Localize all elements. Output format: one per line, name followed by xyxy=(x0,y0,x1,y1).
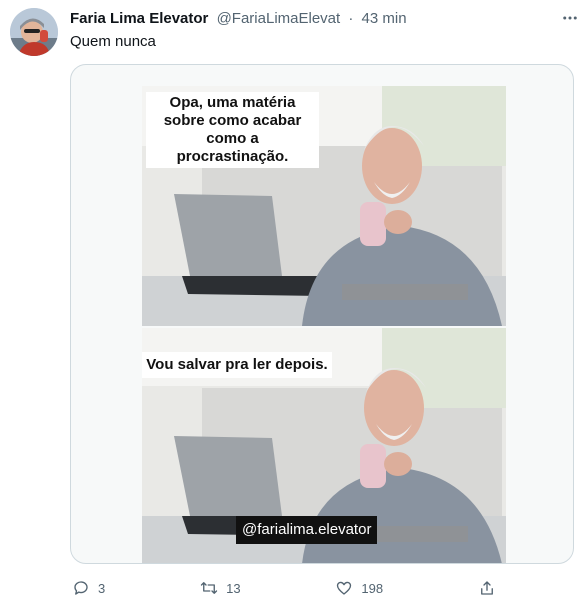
display-name[interactable]: Faria Lima Elevator xyxy=(70,10,208,27)
tweet-media[interactable]: Opa, uma matéria sobre como acabar como … xyxy=(70,64,574,564)
like-button[interactable]: 198 xyxy=(327,574,383,602)
user-handle[interactable]: @FariaLimaElevat xyxy=(217,10,341,27)
retweet-count: 13 xyxy=(226,580,241,596)
share-button[interactable] xyxy=(470,574,504,602)
meme-watermark: @farialima.elevator xyxy=(236,516,378,544)
meme-image: Opa, uma matéria sobre como acabar como … xyxy=(142,86,506,563)
tweet-actions: 3 13 198 xyxy=(64,574,504,602)
tweet-text: Quem nunca xyxy=(70,33,156,50)
like-icon xyxy=(327,574,361,602)
meme-caption-top: Opa, uma matéria sobre como acabar como … xyxy=(146,92,319,168)
like-count: 198 xyxy=(361,580,384,596)
tweet-header: Faria Lima Elevator @FariaLimaElevat · 4… xyxy=(70,10,407,28)
reply-icon xyxy=(64,574,98,602)
share-icon xyxy=(470,574,504,602)
reply-button[interactable]: 3 xyxy=(64,574,105,602)
timestamp[interactable]: 43 min xyxy=(362,10,407,27)
retweet-icon xyxy=(192,574,226,602)
more-icon xyxy=(563,16,577,20)
reply-count: 3 xyxy=(98,580,106,596)
meme-caption-bottom: Vou salvar pra ler depois. xyxy=(142,352,332,378)
separator-dot: · xyxy=(348,10,354,27)
retweet-button[interactable]: 13 xyxy=(192,574,241,602)
more-button[interactable] xyxy=(558,6,582,30)
avatar[interactable] xyxy=(10,8,58,56)
avatar-image xyxy=(10,8,58,56)
